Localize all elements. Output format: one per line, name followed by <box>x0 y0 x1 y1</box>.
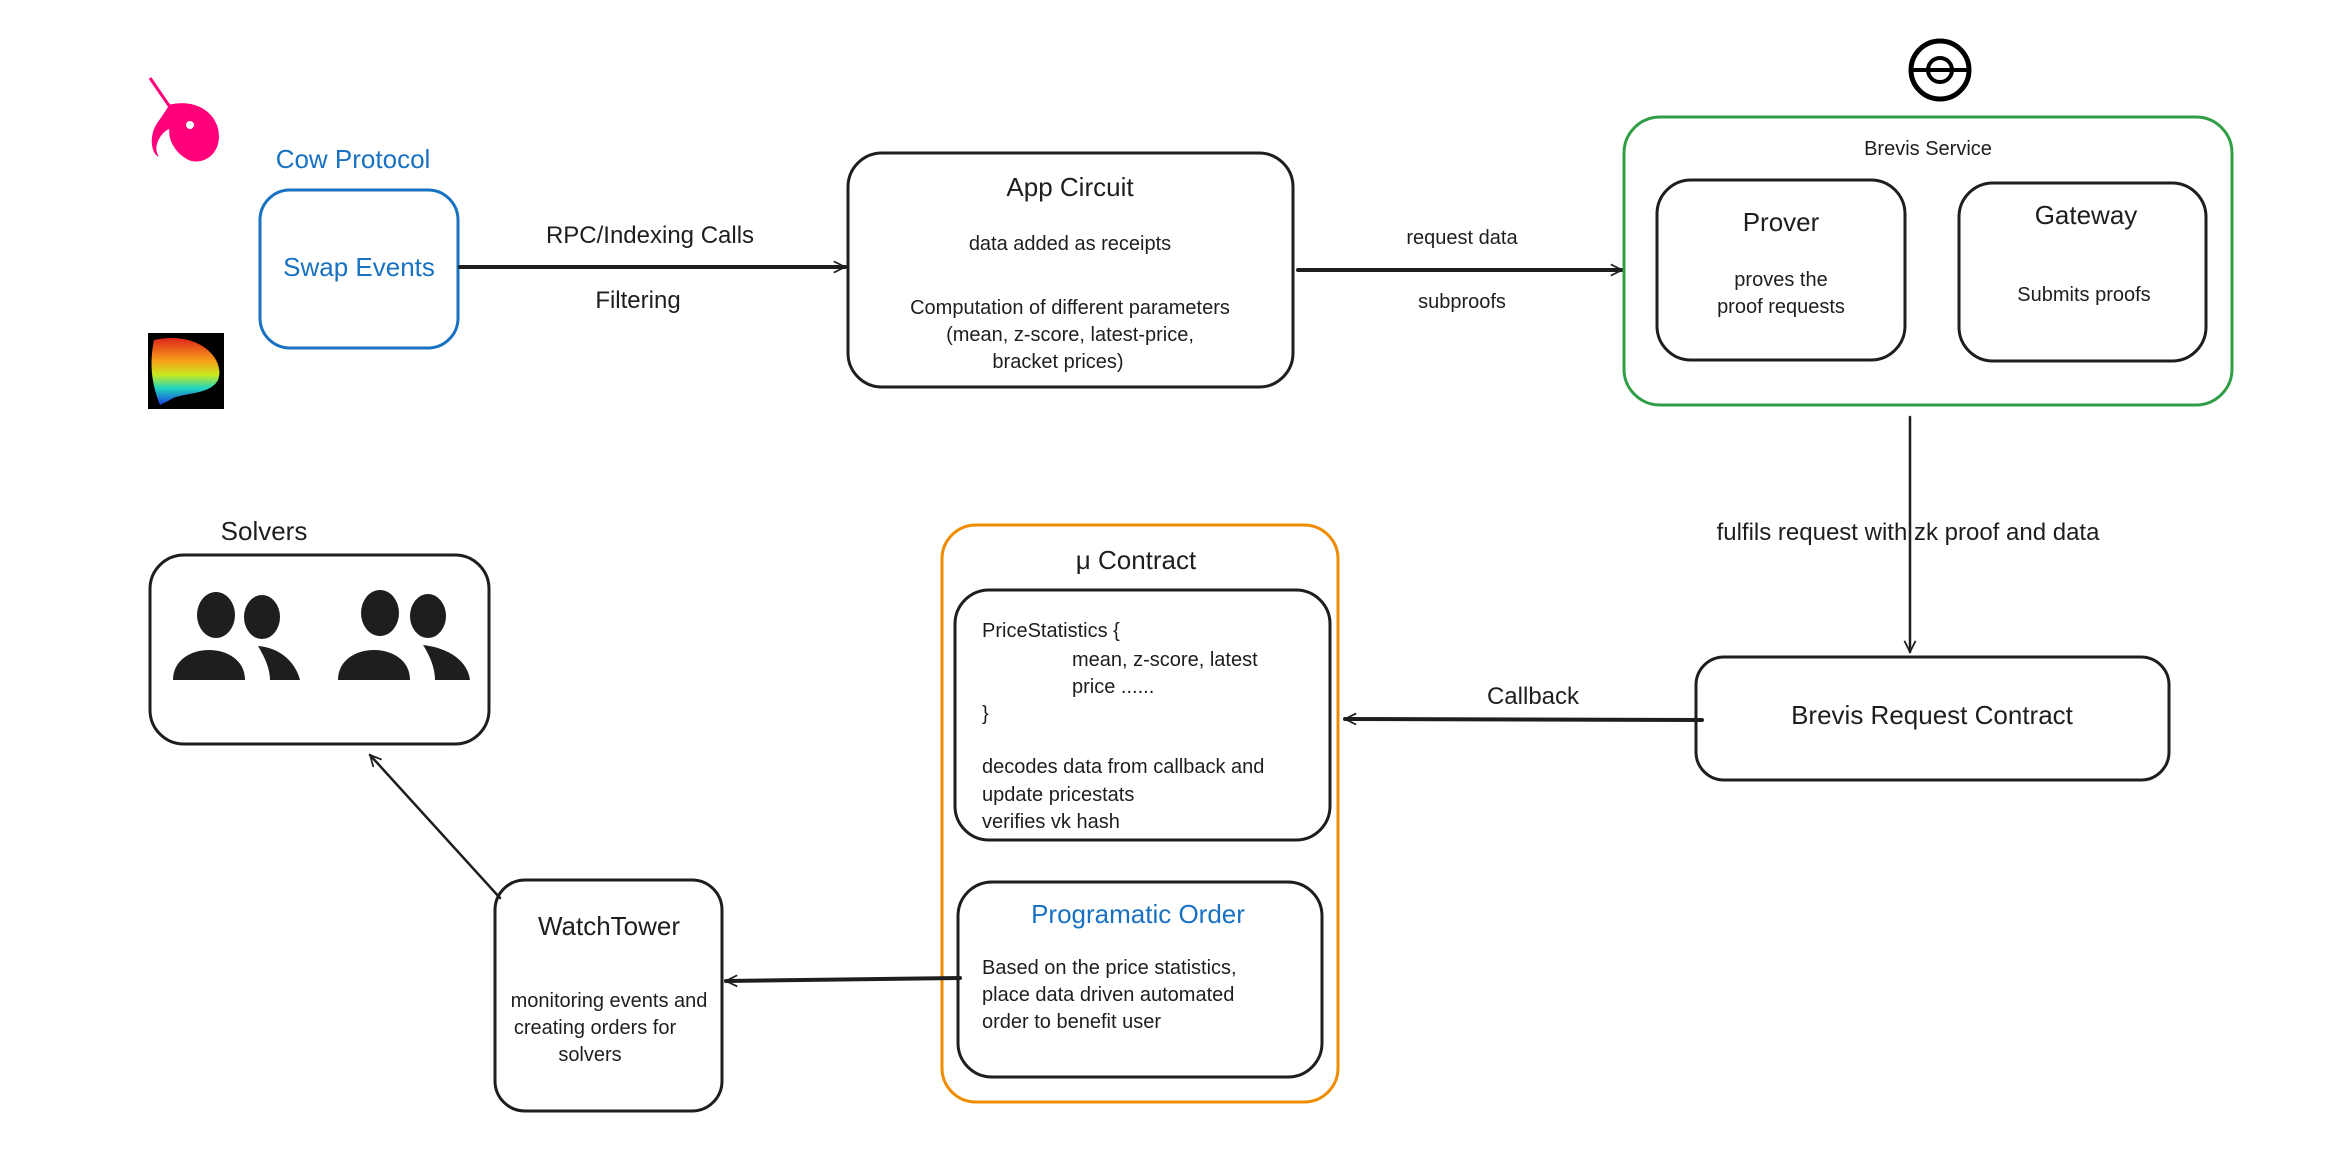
architecture-diagram: Cow Protocol Swap Events RPC/Indexing Ca… <box>148 38 2234 1113</box>
brevis-service-title: Brevis Service <box>1864 138 1992 160</box>
uniswap-logo <box>148 77 219 162</box>
arrow-callback <box>1343 719 1704 720</box>
app-circuit-line: Computation of different parameters <box>910 297 1230 319</box>
watchtower-line: solvers <box>558 1044 621 1066</box>
app-circuit-line: bracket prices) <box>992 351 1123 373</box>
stats-line: mean, z-score, latest <box>1072 649 1258 671</box>
curve-logo <box>148 333 224 409</box>
fulfils-label: fulfils request with zk proof and data <box>1717 519 2101 546</box>
stats-line: verifies vk hash <box>982 811 1120 833</box>
brevis-request-contract-label: Brevis Request Contract <box>1791 700 2074 730</box>
brevis-logo <box>1908 38 1972 102</box>
app-circuit-title: App Circuit <box>1006 172 1134 202</box>
cow-protocol-label: Cow Protocol <box>276 144 431 174</box>
stats-line: } <box>982 703 989 725</box>
programatic-order-title: Programatic Order <box>1031 899 1245 929</box>
arrow-order-to-watchtower <box>724 978 962 981</box>
order-line: order to benefit user <box>982 1011 1161 1033</box>
app-circuit-line: (mean, z-score, latest-price, <box>946 324 1194 346</box>
arrow-watchtower-to-solvers <box>370 755 502 900</box>
solvers-title: Solvers <box>221 516 308 546</box>
gateway-title: Gateway <box>2035 200 2138 230</box>
request-data-label: request data <box>1406 227 1518 249</box>
stats-line: update pricestats <box>982 784 1134 806</box>
rpc-indexing-label: RPC/Indexing Calls <box>546 222 754 249</box>
swap-events-label: Swap Events <box>283 252 435 282</box>
stats-line: decodes data from callback and <box>982 756 1264 778</box>
filtering-label: Filtering <box>595 287 680 314</box>
watchtower-line: monitoring events and <box>511 990 708 1012</box>
prover-line: proves the <box>1734 269 1827 291</box>
mu-contract-title: μ Contract <box>1076 545 1197 575</box>
stats-line: PriceStatistics { <box>982 620 1120 642</box>
stats-line: price ...... <box>1072 676 1154 698</box>
subproofs-label: subproofs <box>1418 291 1506 313</box>
watchtower-line: creating orders for <box>514 1017 677 1039</box>
prover-title: Prover <box>1743 207 1820 237</box>
callback-label: Callback <box>1487 683 1580 710</box>
gateway-line: Submits proofs <box>2017 284 2150 306</box>
app-circuit-line: data added as receipts <box>969 233 1171 255</box>
users-icon <box>173 590 470 680</box>
order-line: place data driven automated <box>982 984 1234 1006</box>
watchtower-title: WatchTower <box>538 911 680 941</box>
order-line: Based on the price statistics, <box>982 957 1237 979</box>
prover-line: proof requests <box>1717 296 1845 318</box>
